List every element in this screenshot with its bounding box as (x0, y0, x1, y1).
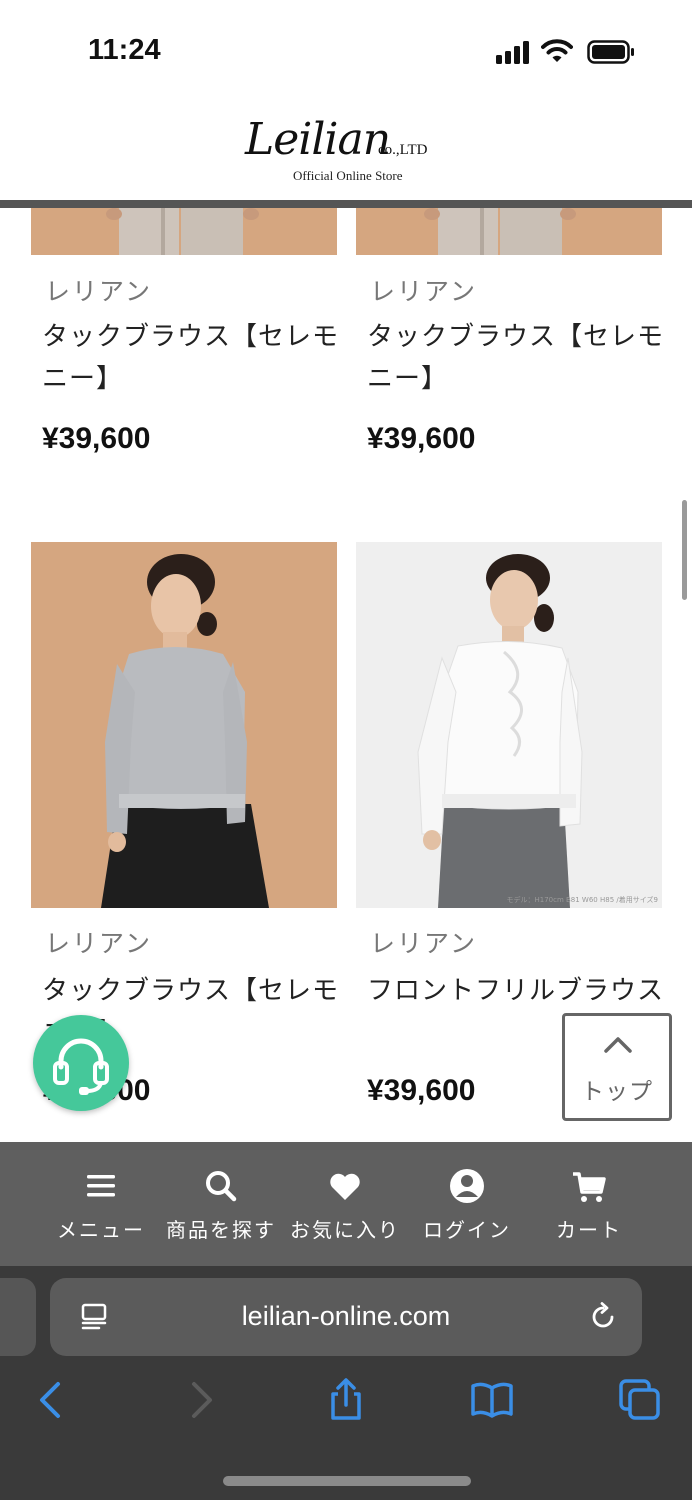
back-arrow-icon[interactable] (30, 1378, 74, 1422)
cart-icon (573, 1172, 606, 1202)
product-image[interactable] (31, 542, 337, 908)
previous-tab-edge[interactable] (0, 1278, 36, 1356)
support-chat-button[interactable] (33, 1015, 129, 1111)
wifi-icon (541, 39, 573, 62)
nav-cart[interactable]: カート (544, 1142, 634, 1266)
product-brand: レリアン (370, 929, 478, 958)
status-time: 11:24 (88, 34, 161, 66)
cellular-signal-icon (496, 40, 532, 64)
product-brand: レリアン (45, 277, 153, 306)
product-brand: レリアン (370, 277, 478, 306)
forward-arrow-icon (192, 1382, 212, 1418)
battery-icon (587, 40, 634, 64)
scroll-indicator[interactable] (682, 500, 687, 600)
product-price: ¥39,600 (367, 422, 476, 455)
home-indicator (223, 1476, 471, 1486)
header-divider (0, 200, 692, 208)
logo-subtitle: Official Online Store (293, 168, 403, 183)
product-price: ¥39,600 (367, 1074, 476, 1107)
nav-login-label: ログイン (423, 1218, 511, 1242)
reload-icon[interactable] (588, 1302, 618, 1332)
chevron-up-icon (604, 1037, 632, 1053)
leilian-logo[interactable]: Leilian co.,LTD Official Online Store (245, 112, 455, 192)
nav-menu[interactable]: メニュー (48, 1142, 154, 1266)
url-text[interactable]: leilian-online.com (50, 1301, 642, 1332)
share-icon[interactable] (324, 1378, 368, 1422)
back-to-top-button[interactable]: トップ (562, 1013, 672, 1121)
nav-search-label: 商品を探す (166, 1218, 276, 1242)
product-name[interactable]: フロントフリルブラウス (367, 970, 673, 1012)
search-icon (206, 1171, 237, 1202)
product-price: ¥39,600 (42, 422, 151, 455)
nav-cart-label: カート (556, 1218, 622, 1242)
product-brand: レリアン (45, 929, 153, 958)
bookmarks-icon[interactable] (470, 1378, 514, 1422)
tabs-icon[interactable] (618, 1378, 662, 1422)
product-image[interactable]: モデル：H170cm B81 W60 H85 /着用サイズ9 (356, 542, 662, 908)
heart-icon (330, 1173, 360, 1200)
product-image[interactable] (31, 208, 337, 255)
status-bar: 11:24 (0, 0, 692, 100)
address-bar[interactable]: leilian-online.com (50, 1278, 642, 1356)
nav-login[interactable]: ログイン (414, 1142, 520, 1266)
nav-favorites[interactable]: お気に入り (286, 1142, 404, 1266)
menu-icon (87, 1175, 115, 1197)
nav-search[interactable]: 商品を探す (162, 1142, 280, 1266)
back-to-top-label: トップ (581, 1079, 653, 1105)
logo-company: co.,LTD (378, 142, 428, 158)
nav-favorites-label: お気に入り (290, 1218, 400, 1242)
site-bottom-nav: メニュー 商品を探す お気に入り ログイン カート (0, 1142, 692, 1266)
logo-wordmark: Leilian (245, 114, 391, 165)
headset-icon (53, 1038, 109, 1095)
product-image[interactable] (356, 208, 662, 255)
product-name[interactable]: タックブラウス【セレモニー】 (367, 316, 673, 400)
image-caption: モデル：H170cm B81 W60 H85 /着用サイズ9 (506, 895, 658, 904)
nav-menu-label: メニュー (57, 1218, 145, 1242)
product-name[interactable]: タックブラウス【セレモニー】 (42, 316, 348, 400)
user-icon (450, 1169, 484, 1203)
